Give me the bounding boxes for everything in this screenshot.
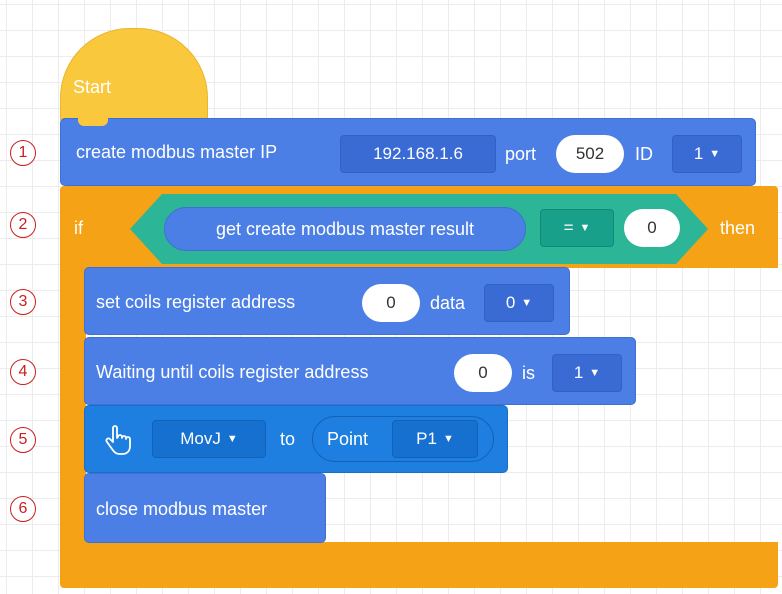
- annotation-marker-1: 1: [10, 140, 36, 166]
- if-block-arm: [60, 266, 86, 544]
- then-label: then: [720, 218, 756, 238]
- chevron-down-icon: ▼: [709, 148, 721, 160]
- annotation-marker-5: 5: [10, 427, 36, 453]
- close-master-label: close modbus master: [96, 499, 268, 519]
- annotation-marker-4: 4: [10, 359, 36, 385]
- id-label: ID: [635, 144, 653, 164]
- to-label: to: [280, 429, 296, 449]
- set-coils-address-input[interactable]: 0: [362, 284, 420, 322]
- movj-mode-value: MovJ: [180, 429, 221, 448]
- set-coils-data-dropdown[interactable]: 0 ▼: [484, 284, 554, 322]
- annotation-marker-3: 3: [10, 289, 36, 315]
- block-notch: [78, 118, 108, 126]
- start-label: Start: [73, 77, 112, 97]
- chevron-down-icon: ▼: [579, 222, 591, 234]
- id-value: 1: [693, 144, 704, 163]
- get-result-reporter[interactable]: get create modbus master result: [164, 207, 526, 251]
- set-coils-data-value: 0: [505, 293, 516, 312]
- close-modbus-master-block[interactable]: close modbus master: [84, 473, 326, 543]
- chevron-down-icon: ▼: [442, 433, 454, 445]
- if-block-footer: [60, 542, 778, 588]
- annotation-marker-6: 6: [10, 496, 36, 522]
- chevron-down-icon: ▼: [521, 297, 533, 309]
- port-label: port: [505, 144, 537, 164]
- is-label: is: [522, 363, 535, 383]
- set-coils-address-value: 0: [386, 293, 396, 312]
- wait-coils-address-value: 0: [478, 363, 488, 382]
- data-label: data: [430, 293, 466, 313]
- compare-operator-value: =: [563, 218, 574, 237]
- ip-input[interactable]: 192.168.1.6: [340, 135, 496, 173]
- compare-value-input[interactable]: 0: [624, 209, 680, 247]
- create-master-label: create modbus master IP: [76, 142, 278, 162]
- point-label: Point: [327, 429, 369, 449]
- get-result-label: get create modbus master result: [215, 218, 475, 239]
- if-label: if: [74, 218, 83, 238]
- wait-coils-value: 1: [573, 363, 584, 382]
- point-dropdown[interactable]: P1 ▼: [392, 420, 478, 458]
- compare-value: 0: [647, 218, 657, 237]
- port-input[interactable]: 502: [556, 135, 624, 173]
- point-value: P1: [416, 429, 437, 448]
- annotation-marker-2: 2: [10, 212, 36, 238]
- set-coils-label: set coils register address: [96, 292, 296, 312]
- port-value: 502: [575, 144, 605, 163]
- wait-coils-label: Waiting until coils register address: [96, 362, 369, 382]
- chevron-down-icon: ▼: [226, 433, 238, 445]
- wait-coils-address-input[interactable]: 0: [454, 354, 512, 392]
- chevron-down-icon: ▼: [589, 367, 601, 379]
- start-block[interactable]: Start: [60, 28, 208, 124]
- hand-pointer-icon[interactable]: [102, 422, 134, 456]
- wait-coils-value-dropdown[interactable]: 1 ▼: [552, 354, 622, 392]
- id-dropdown[interactable]: 1 ▼: [672, 135, 742, 173]
- compare-operator-dropdown[interactable]: = ▼: [540, 209, 614, 247]
- ip-value: 192.168.1.6: [373, 144, 463, 163]
- movj-mode-dropdown[interactable]: MovJ ▼: [152, 420, 266, 458]
